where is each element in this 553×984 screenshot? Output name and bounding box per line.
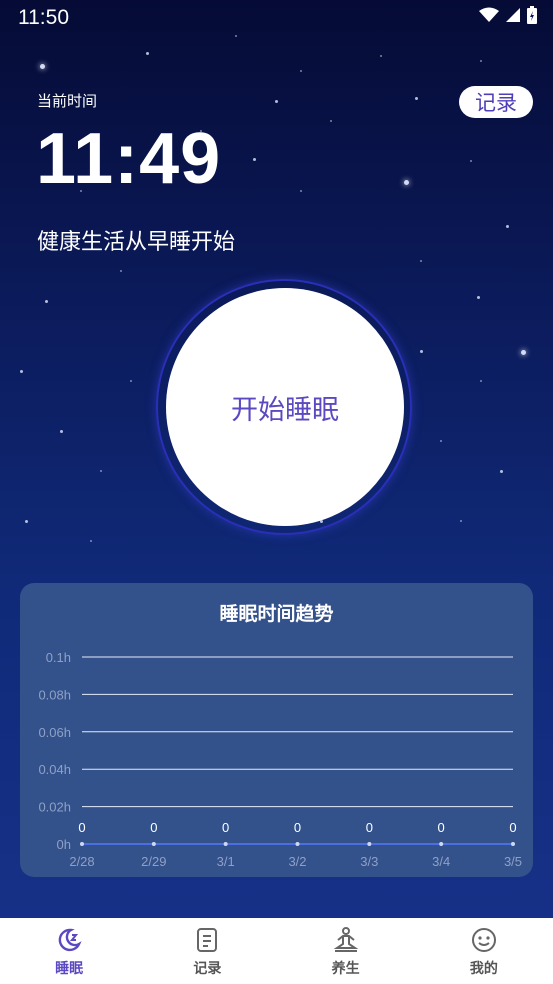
data-label: 0: [509, 820, 516, 835]
status-time: 11:50: [18, 6, 69, 29]
wifi-icon: [479, 7, 499, 22]
tab-label: 睡眠: [55, 961, 84, 977]
y-tick-label: 0.04h: [38, 762, 71, 777]
sleep-trend-card: 睡眠时间趋势 0h 0.02h 0.04h 0.06h 0.08h 0.1h 0 2/28 0 2…: [20, 583, 533, 877]
data-point: [295, 842, 300, 846]
y-tick-label: 0.08h: [38, 687, 71, 702]
data-point: [367, 842, 372, 846]
sleep-trend-chart: 0h 0.02h 0.04h 0.06h 0.08h 0.1h 0 2/28 0 2/29 0 3/1…: [38, 650, 522, 869]
data-label: 0: [438, 820, 445, 835]
y-tick-label: 0.1h: [46, 650, 71, 665]
meditation-icon: [333, 927, 358, 952]
battery-icon: [527, 6, 537, 24]
y-tick-label: 0.02h: [38, 800, 71, 815]
record-button[interactable]: 记录: [459, 86, 533, 118]
data-label: 0: [294, 820, 301, 835]
y-tick-label: 0h: [57, 837, 71, 852]
data-point: [80, 842, 84, 846]
data-point: [151, 842, 156, 846]
start-sleep-button[interactable]: 开始睡眠: [166, 288, 404, 526]
x-tick-label: 3/4: [432, 854, 450, 869]
signal-icon: [506, 8, 520, 22]
data-label: 0: [150, 820, 157, 835]
record-list-icon: [197, 928, 218, 952]
x-tick-label: 3/2: [288, 854, 306, 869]
status-bar: 11:50: [0, 0, 553, 34]
data-label: 0: [366, 820, 373, 835]
data-point: [439, 842, 444, 846]
data-point: [223, 842, 228, 846]
x-tick-label: 3/5: [504, 854, 522, 869]
data-point: [511, 842, 515, 846]
bottom-tab-bar: 睡眠 记录 养生 我的: [0, 918, 553, 984]
current-time-label: 当前时间: [37, 92, 98, 110]
current-time: 11:49: [36, 119, 222, 199]
slogan: 健康生活从早睡开始: [37, 230, 236, 255]
tab-label: 我的: [469, 961, 498, 977]
tab-label: 记录: [193, 961, 222, 977]
x-tick-label: 2/29: [141, 854, 166, 869]
smiley-icon: [471, 928, 496, 952]
moon-icon: [58, 928, 82, 952]
tab-sleep[interactable]: 睡眠: [0, 918, 138, 984]
x-tick-label: 3/1: [217, 854, 235, 869]
tab-record[interactable]: 记录: [138, 918, 276, 984]
y-tick-label: 0.06h: [38, 725, 71, 740]
data-label: 0: [222, 820, 229, 835]
tab-health[interactable]: 养生: [277, 918, 415, 984]
data-label: 0: [78, 820, 85, 835]
tab-label: 养生: [331, 961, 360, 977]
x-tick-label: 3/3: [360, 854, 378, 869]
x-tick-label: 2/28: [69, 854, 94, 869]
tab-mine[interactable]: 我的: [415, 918, 553, 984]
